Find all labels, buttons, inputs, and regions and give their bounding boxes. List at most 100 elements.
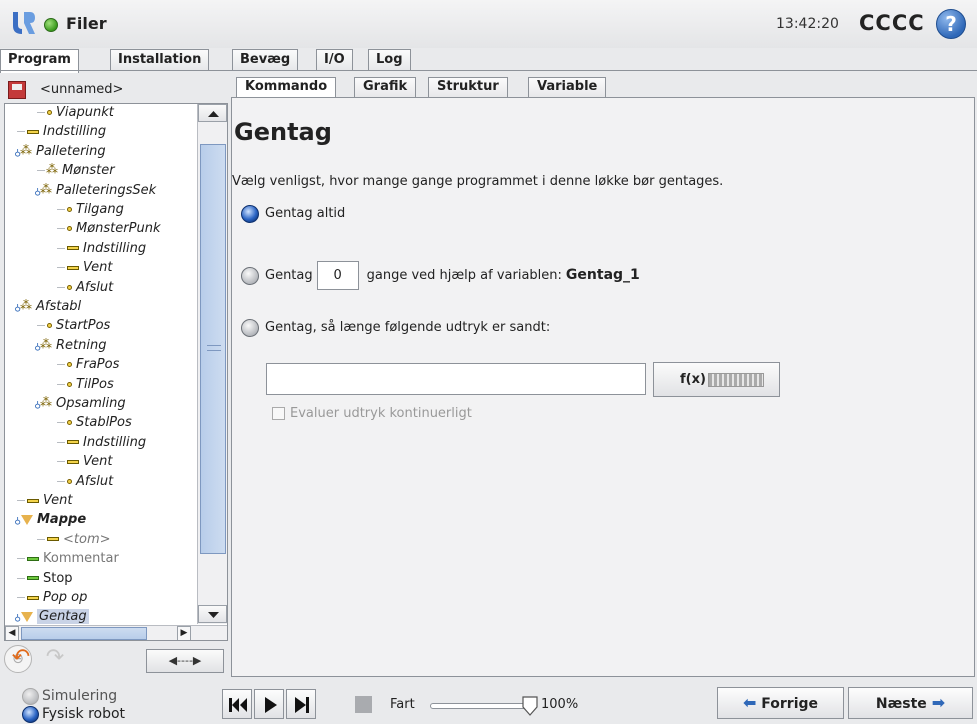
- tree-item-label: Mappe: [37, 512, 87, 528]
- next-button[interactable]: Næste ➡: [848, 687, 973, 719]
- tree-list: ViapunktIndstilling⚲PalleteringMønster⚲P…: [5, 104, 197, 626]
- title-bar: Filer 13:42:20 CCCC ?: [0, 0, 977, 48]
- step-button[interactable]: [286, 689, 316, 719]
- tree-item[interactable]: ⚲Opsamling: [29, 393, 125, 413]
- set-icon: [47, 537, 59, 542]
- ur-logo-icon: [13, 12, 35, 34]
- mode-real-robot[interactable]: Fysisk robot: [22, 705, 125, 723]
- tree-item[interactable]: TilPos: [57, 375, 114, 394]
- speed-slider[interactable]: [430, 703, 530, 709]
- move-node-button[interactable]: ◀----▶: [146, 649, 224, 673]
- tree-item[interactable]: ⚲Palletering: [9, 141, 106, 161]
- skip-back-icon: [229, 698, 247, 712]
- tree-item[interactable]: Stop: [17, 569, 73, 588]
- program-file-row[interactable]: <unnamed>: [4, 79, 228, 101]
- scroll-down-button[interactable]: [198, 605, 227, 623]
- tree-item[interactable]: Afslut: [57, 278, 113, 297]
- speed-slider-handle[interactable]: [521, 695, 539, 717]
- keyboard-icon: [708, 373, 764, 387]
- option-repeat-count[interactable]: Gentag 0 gange ved hjælp af variablen: Gent…: [241, 260, 640, 292]
- tree-item[interactable]: ⚲Afstabl: [9, 296, 81, 316]
- expand-toggle-icon[interactable]: ⚲: [9, 510, 21, 529]
- tree-item[interactable]: Indstilling: [57, 239, 146, 258]
- radio-unchecked-icon[interactable]: [22, 687, 39, 705]
- tree-connector: [37, 538, 45, 540]
- tree-item[interactable]: Indstilling: [17, 122, 106, 141]
- files-menu[interactable]: Filer: [66, 14, 107, 33]
- scroll-right-button[interactable]: ▶: [177, 626, 191, 640]
- tab-structure[interactable]: Struktur: [428, 77, 508, 98]
- tree-connector: [57, 267, 65, 269]
- tree-connector: [37, 112, 45, 113]
- radio-unchecked-icon[interactable]: [241, 318, 259, 337]
- tree-item-label: Viapunkt: [56, 105, 114, 120]
- clock: 13:42:20: [776, 16, 839, 32]
- tree-item[interactable]: Vent: [17, 491, 72, 510]
- radio-checked-icon[interactable]: [241, 204, 259, 223]
- repeat-count-input[interactable]: 0: [316, 261, 359, 290]
- help-icon[interactable]: ?: [936, 9, 966, 39]
- mode-simulation[interactable]: Simulering: [22, 687, 117, 705]
- tree-item[interactable]: Vent: [57, 258, 112, 277]
- tree-vertical-scrollbar[interactable]: [197, 104, 227, 624]
- expand-toggle-icon[interactable]: ⚲: [9, 607, 21, 626]
- horizontal-scroll-thumb[interactable]: [21, 627, 147, 640]
- option-repeat-while[interactable]: Gentag, så længe følgende udtryk er sand…: [241, 318, 550, 340]
- previous-button[interactable]: ⬅ Forrige: [717, 687, 844, 719]
- tree-connector: [17, 577, 25, 579]
- tree-item[interactable]: Tilgang: [57, 200, 124, 219]
- stop-icon: [355, 696, 372, 713]
- tree-item[interactable]: Vent: [57, 452, 112, 471]
- arrow-down-icon: [208, 612, 219, 618]
- tree-item-label: Kommentar: [43, 551, 119, 567]
- expression-input[interactable]: [266, 363, 646, 395]
- tree-item[interactable]: Pop op: [17, 588, 87, 607]
- skip-back-button[interactable]: [222, 689, 252, 719]
- tree-item[interactable]: ⚲ Mappe: [9, 510, 86, 529]
- evaluate-continuously-checkbox[interactable]: [272, 407, 285, 420]
- tree-item[interactable]: FraPos: [57, 355, 119, 374]
- tree-item[interactable]: ⚲Retning: [29, 335, 106, 355]
- tree-item[interactable]: Mønster: [37, 160, 115, 180]
- tree-connector: [57, 228, 65, 230]
- stop-button[interactable]: [348, 689, 378, 719]
- evaluate-continuously-row[interactable]: Evaluer udtryk kontinuerligt: [272, 406, 472, 421]
- next-label: Næste: [875, 696, 927, 712]
- tab-divider: [0, 70, 977, 71]
- scroll-up-button[interactable]: [198, 104, 227, 122]
- scroll-thumb[interactable]: [200, 144, 226, 554]
- tree-item-label: Palletering: [36, 143, 106, 159]
- tree-connector: [17, 131, 25, 133]
- redo-button[interactable]: ↷: [40, 647, 70, 673]
- radio-unchecked-icon[interactable]: [241, 266, 259, 285]
- tab-graphics[interactable]: Grafik: [354, 77, 417, 98]
- tree-item[interactable]: Afslut: [57, 472, 113, 491]
- tree-item[interactable]: <tom>: [37, 530, 111, 549]
- tree-item[interactable]: StartPos: [37, 316, 110, 335]
- tree-item[interactable]: ⚲PalleteringsSek: [29, 180, 156, 200]
- tab-variables[interactable]: Variable: [528, 77, 607, 98]
- tree-item[interactable]: Viapunkt: [37, 104, 114, 122]
- play-button[interactable]: [254, 689, 284, 719]
- radio-checked-icon[interactable]: [22, 705, 39, 723]
- tree-item[interactable]: Kommentar: [17, 549, 119, 568]
- tree-item[interactable]: StablPos: [57, 413, 132, 432]
- tab-log[interactable]: Log: [368, 49, 411, 71]
- tab-command[interactable]: Kommando: [236, 77, 337, 98]
- scroll-left-button[interactable]: ◀: [5, 626, 19, 640]
- evaluate-continuously-label: Evaluer udtryk kontinuerligt: [290, 406, 472, 421]
- option-repeat-always[interactable]: Gentag altid: [241, 204, 345, 226]
- save-icon[interactable]: [8, 81, 26, 99]
- tab-move[interactable]: Bevæg: [232, 49, 299, 71]
- tree-connector: [17, 558, 25, 560]
- expression-editor-button[interactable]: f(x): [653, 362, 780, 397]
- tree-item[interactable]: MønsterPunk: [57, 219, 160, 238]
- tab-installation[interactable]: Installation: [110, 49, 210, 71]
- tree-item[interactable]: Indstilling: [57, 433, 146, 452]
- undo-button[interactable]: ↶: [6, 647, 36, 673]
- tree-connector: [57, 422, 65, 424]
- tree-item[interactable]: ⚲ Gentag: [9, 607, 89, 626]
- tree-horizontal-scrollbar[interactable]: ◀ ▶: [5, 625, 227, 640]
- pallet-icon: [40, 180, 52, 199]
- tab-io[interactable]: I/O: [316, 49, 353, 71]
